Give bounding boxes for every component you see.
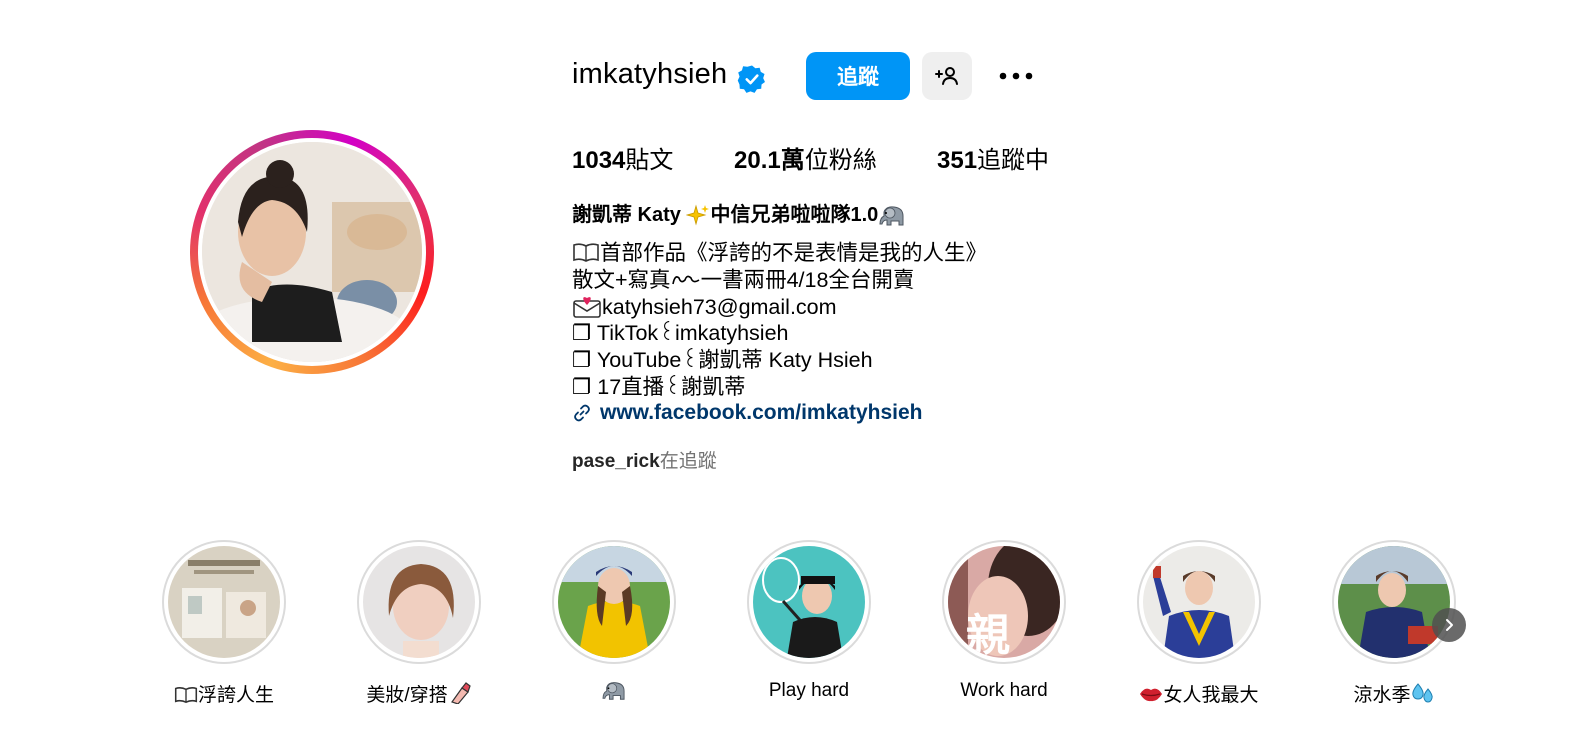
highlight-cover (363, 546, 475, 658)
highlights-next-button[interactable] (1432, 608, 1466, 642)
highlight-label: 浮誇人生 (124, 680, 324, 707)
followers-link[interactable]: 20.1萬位粉絲 (734, 140, 877, 175)
highlight-5[interactable]: 親 (942, 540, 1066, 664)
highlight-1[interactable] (162, 540, 286, 664)
highlight-7[interactable] (1332, 540, 1456, 664)
posts-count-value: 1034 (572, 147, 626, 174)
open-book-icon (573, 243, 599, 262)
chevron-right-icon (1446, 619, 1453, 631)
highlight-label: 涼水季 (1294, 680, 1494, 707)
posts-label: 貼文 (625, 147, 674, 174)
bio-line: ❐ 17直播꒰謝凱蒂 (572, 374, 746, 399)
bio-line: ❐ TikTok꒰imkatyhsieh (572, 321, 789, 346)
following-label: 追蹤中 (977, 147, 1050, 174)
avatar-photo (202, 142, 422, 362)
suggest-similar-button[interactable] (922, 52, 972, 100)
highlight-label (514, 680, 714, 705)
profile-username: imkatyhsieh (572, 58, 728, 90)
elephant-icon (879, 206, 904, 226)
bio-line: 首部作品《浮誇的不是表情是我的人生》 (572, 240, 987, 267)
curly-loop-icon (671, 275, 700, 284)
water-drops-icon (1411, 683, 1433, 703)
followers-label: 位粉絲 (804, 147, 877, 174)
highlight-cover (168, 546, 280, 658)
followed-by-suffix: 在追蹤 (659, 451, 717, 472)
add-user-icon (935, 67, 958, 85)
highlight-cover (1338, 546, 1450, 658)
open-book-icon (174, 687, 198, 704)
full-name-part1: 謝凱蒂 Katy (572, 204, 681, 226)
lips-icon (1140, 688, 1163, 702)
highlight-cover (1143, 546, 1255, 658)
following-link[interactable]: 351追蹤中 (937, 140, 1049, 175)
profile-full-name: 謝凱蒂 Katy 中信兄弟啦啦隊1.0 (572, 198, 906, 228)
highlight-label: 美妝/穿搭 (319, 680, 519, 707)
verified-badge-icon (737, 64, 767, 94)
bio-line: 散文+寫真 一書兩冊4/18全台開賣 (572, 267, 915, 292)
full-name-part2: 中信兄弟啦啦隊1.0 (710, 204, 879, 226)
profile-bio: 首部作品《浮誇的不是表情是我的人生》 散文+寫真 一書兩冊4/18全台開賣 ka… (572, 240, 987, 401)
love-letter-icon (573, 296, 601, 318)
highlight-4[interactable] (747, 540, 871, 664)
link-icon (574, 404, 590, 422)
more-dots-icon (999, 72, 1033, 80)
follow-button[interactable]: 追蹤 (806, 52, 910, 100)
external-link[interactable]: www.facebook.com/imkatyhsieh (572, 401, 923, 425)
highlight-label: Play hard (768, 680, 850, 701)
highlight-label: Work hard (960, 680, 1048, 701)
followers-count-value: 20.1萬 (734, 147, 805, 174)
external-link-text: www.facebook.com/imkatyhsieh (600, 401, 923, 424)
following-count-value: 351 (937, 147, 978, 174)
highlight-2[interactable] (357, 540, 481, 664)
followed-by[interactable]: pase_rick在追蹤 (572, 446, 717, 473)
highlight-6[interactable] (1137, 540, 1261, 664)
highlight-3[interactable] (552, 540, 676, 664)
followed-by-name: pase_rick (572, 451, 660, 472)
profile-avatar[interactable] (190, 130, 434, 374)
bio-line: katyhsieh73@gmail.com (572, 294, 987, 321)
bio-line: ❐ YouTube꒰謝凱蒂 Katy Hsieh (572, 348, 873, 373)
elephant-icon (602, 682, 625, 700)
posts-count: 1034貼文 (572, 140, 673, 175)
highlight-cover (753, 546, 865, 658)
more-options-button[interactable] (996, 60, 1036, 92)
highlight-cover: 親 (948, 546, 1060, 658)
highlight-cover (558, 546, 670, 658)
highlight-label: 女人我最大 (1099, 680, 1299, 707)
sparkles-icon (686, 204, 710, 226)
lipstick-icon (450, 682, 471, 704)
